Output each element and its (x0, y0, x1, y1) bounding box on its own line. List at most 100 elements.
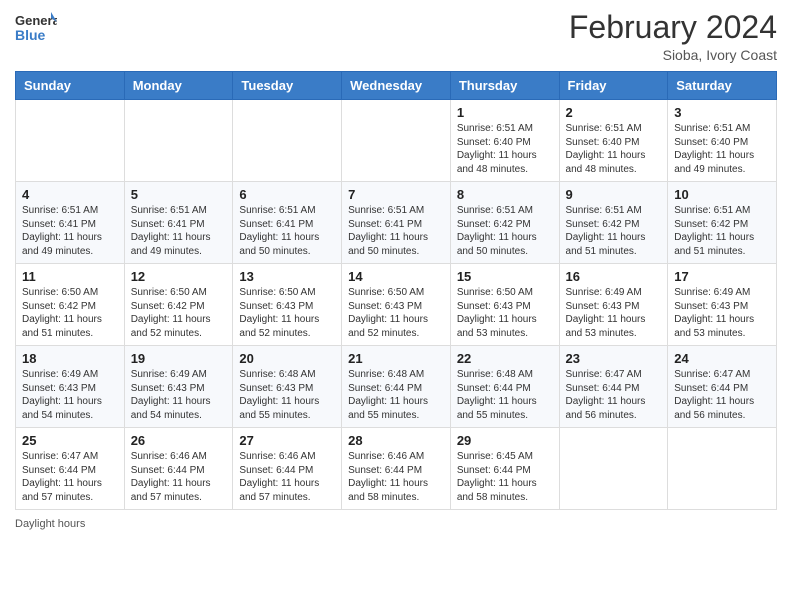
day-number: 11 (22, 269, 118, 284)
day-info: Sunrise: 6:51 AM Sunset: 6:41 PM Dayligh… (131, 204, 227, 258)
day-info: Sunrise: 6:51 AM Sunset: 6:40 PM Dayligh… (566, 122, 662, 176)
week-row-2: 4 Sunrise: 6:51 AM Sunset: 6:41 PM Daylig… (16, 182, 777, 264)
day-info: Sunrise: 6:51 AM Sunset: 6:41 PM Dayligh… (22, 204, 118, 258)
day-number: 28 (348, 433, 444, 448)
calendar-cell: 12 Sunrise: 6:50 AM Sunset: 6:42 PM Dayli… (124, 264, 233, 346)
calendar-cell: 20Sunrise: 6:48 AM Sunset: 6:43 PM Dayli… (233, 346, 342, 428)
day-info: Sunrise: 6:51 AM Sunset: 6:42 PM Dayligh… (566, 204, 662, 258)
calendar-cell: 25 Sunrise: 6:47 AM Sunset: 6:44 PM Dayli… (16, 428, 125, 510)
day-info: Sunrise: 6:45 AM Sunset: 6:44 PM Dayligh… (457, 450, 553, 504)
day-number: 25 (22, 433, 118, 448)
calendar-cell: 1 Sunrise: 6:51 AM Sunset: 6:40 PM Daylig… (450, 100, 559, 182)
calendar-cell: 29 Sunrise: 6:45 AM Sunset: 6:44 PM Dayli… (450, 428, 559, 510)
col-header-thursday: Thursday (450, 72, 559, 100)
calendar-table: SundayMondayTuesdayWednesdayThursdayFrid… (15, 71, 777, 510)
calendar-cell: 18 Sunrise: 6:49 AM Sunset: 6:43 PM Dayli… (16, 346, 125, 428)
calendar-cell: 16 Sunrise: 6:49 AM Sunset: 6:43 PM Dayli… (559, 264, 668, 346)
calendar-cell: 28 Sunrise: 6:46 AM Sunset: 6:44 PM Dayli… (342, 428, 451, 510)
calendar-header-row: SundayMondayTuesdayWednesdayThursdayFrid… (16, 72, 777, 100)
day-info: Sunrise: 6:50 AM Sunset: 6:43 PM Dayligh… (348, 286, 444, 340)
day-number: 15 (457, 269, 553, 284)
day-number: 8 (457, 187, 553, 202)
calendar-cell: 5Sunrise: 6:51 AM Sunset: 6:41 PM Daylig… (124, 182, 233, 264)
day-number: 10 (674, 187, 770, 202)
day-number: 20 (239, 351, 335, 366)
day-info: Sunrise: 6:50 AM Sunset: 6:43 PM Dayligh… (457, 286, 553, 340)
day-info: Sunrise: 6:49 AM Sunset: 6:43 PM Dayligh… (131, 368, 227, 422)
day-info: Sunrise: 6:47 AM Sunset: 6:44 PM Dayligh… (674, 368, 770, 422)
calendar-cell: 3 Sunrise: 6:51 AM Sunset: 6:40 PM Daylig… (668, 100, 777, 182)
calendar-cell: 27 Sunrise: 6:46 AM Sunset: 6:44 PM Dayli… (233, 428, 342, 510)
title-block: February 2024 Sioba, Ivory Coast (569, 10, 777, 63)
calendar-cell: 2 Sunrise: 6:51 AM Sunset: 6:40 PM Daylig… (559, 100, 668, 182)
calendar-cell: 13Sunrise: 6:50 AM Sunset: 6:43 PM Dayli… (233, 264, 342, 346)
subtitle: Sioba, Ivory Coast (569, 47, 777, 63)
day-number: 1 (457, 105, 553, 120)
day-number: 16 (566, 269, 662, 284)
day-number: 12 (131, 269, 227, 284)
day-number: 26 (131, 433, 227, 448)
day-number: 21 (348, 351, 444, 366)
calendar-cell: 10Sunrise: 6:51 AM Sunset: 6:42 PM Dayli… (668, 182, 777, 264)
daylight-label: Daylight hours (15, 518, 85, 530)
svg-text:General: General (15, 13, 57, 28)
header: General Blue February 2024 Sioba, Ivory … (15, 10, 777, 63)
day-number: 29 (457, 433, 553, 448)
day-number: 6 (239, 187, 335, 202)
day-number: 13 (239, 269, 335, 284)
day-info: Sunrise: 6:49 AM Sunset: 6:43 PM Dayligh… (22, 368, 118, 422)
calendar-cell (233, 100, 342, 182)
calendar-cell: 14 Sunrise: 6:50 AM Sunset: 6:43 PM Dayli… (342, 264, 451, 346)
day-info: Sunrise: 6:50 AM Sunset: 6:42 PM Dayligh… (131, 286, 227, 340)
day-info: Sunrise: 6:50 AM Sunset: 6:42 PM Dayligh… (22, 286, 118, 340)
main-title: February 2024 (569, 10, 777, 45)
calendar-cell (668, 428, 777, 510)
day-info: Sunrise: 6:51 AM Sunset: 6:42 PM Dayligh… (457, 204, 553, 258)
day-number: 19 (131, 351, 227, 366)
col-header-saturday: Saturday (668, 72, 777, 100)
day-number: 9 (566, 187, 662, 202)
week-row-4: 18 Sunrise: 6:49 AM Sunset: 6:43 PM Dayli… (16, 346, 777, 428)
logo-svg: General Blue (15, 10, 57, 48)
day-info: Sunrise: 6:46 AM Sunset: 6:44 PM Dayligh… (239, 450, 335, 504)
day-number: 27 (239, 433, 335, 448)
day-number: 22 (457, 351, 553, 366)
day-number: 14 (348, 269, 444, 284)
page: General Blue February 2024 Sioba, Ivory … (0, 0, 792, 612)
day-number: 2 (566, 105, 662, 120)
calendar-cell: 22 Sunrise: 6:48 AM Sunset: 6:44 PM Dayli… (450, 346, 559, 428)
day-info: Sunrise: 6:46 AM Sunset: 6:44 PM Dayligh… (348, 450, 444, 504)
day-number: 24 (674, 351, 770, 366)
calendar-cell: 23 Sunrise: 6:47 AM Sunset: 6:44 PM Dayli… (559, 346, 668, 428)
col-header-monday: Monday (124, 72, 233, 100)
col-header-tuesday: Tuesday (233, 72, 342, 100)
calendar-cell: 11 Sunrise: 6:50 AM Sunset: 6:42 PM Dayli… (16, 264, 125, 346)
calendar-cell: 24 Sunrise: 6:47 AM Sunset: 6:44 PM Dayli… (668, 346, 777, 428)
day-info: Sunrise: 6:49 AM Sunset: 6:43 PM Dayligh… (674, 286, 770, 340)
svg-text:Blue: Blue (15, 27, 46, 43)
col-header-wednesday: Wednesday (342, 72, 451, 100)
day-number: 17 (674, 269, 770, 284)
week-row-1: 1 Sunrise: 6:51 AM Sunset: 6:40 PM Daylig… (16, 100, 777, 182)
logo: General Blue (15, 10, 57, 48)
day-info: Sunrise: 6:48 AM Sunset: 6:44 PM Dayligh… (457, 368, 553, 422)
calendar-cell: 4 Sunrise: 6:51 AM Sunset: 6:41 PM Daylig… (16, 182, 125, 264)
calendar-cell: 17 Sunrise: 6:49 AM Sunset: 6:43 PM Dayli… (668, 264, 777, 346)
day-info: Sunrise: 6:48 AM Sunset: 6:44 PM Dayligh… (348, 368, 444, 422)
day-info: Sunrise: 6:46 AM Sunset: 6:44 PM Dayligh… (131, 450, 227, 504)
day-info: Sunrise: 6:51 AM Sunset: 6:40 PM Dayligh… (674, 122, 770, 176)
day-number: 4 (22, 187, 118, 202)
calendar-cell (559, 428, 668, 510)
col-header-friday: Friday (559, 72, 668, 100)
day-info: Sunrise: 6:47 AM Sunset: 6:44 PM Dayligh… (566, 368, 662, 422)
calendar-cell (16, 100, 125, 182)
day-info: Sunrise: 6:47 AM Sunset: 6:44 PM Dayligh… (22, 450, 118, 504)
day-info: Sunrise: 6:51 AM Sunset: 6:40 PM Dayligh… (457, 122, 553, 176)
calendar-cell (124, 100, 233, 182)
day-info: Sunrise: 6:49 AM Sunset: 6:43 PM Dayligh… (566, 286, 662, 340)
day-number: 23 (566, 351, 662, 366)
day-number: 3 (674, 105, 770, 120)
footer: Daylight hours (15, 518, 777, 530)
day-number: 18 (22, 351, 118, 366)
calendar-cell: 9 Sunrise: 6:51 AM Sunset: 6:42 PM Daylig… (559, 182, 668, 264)
